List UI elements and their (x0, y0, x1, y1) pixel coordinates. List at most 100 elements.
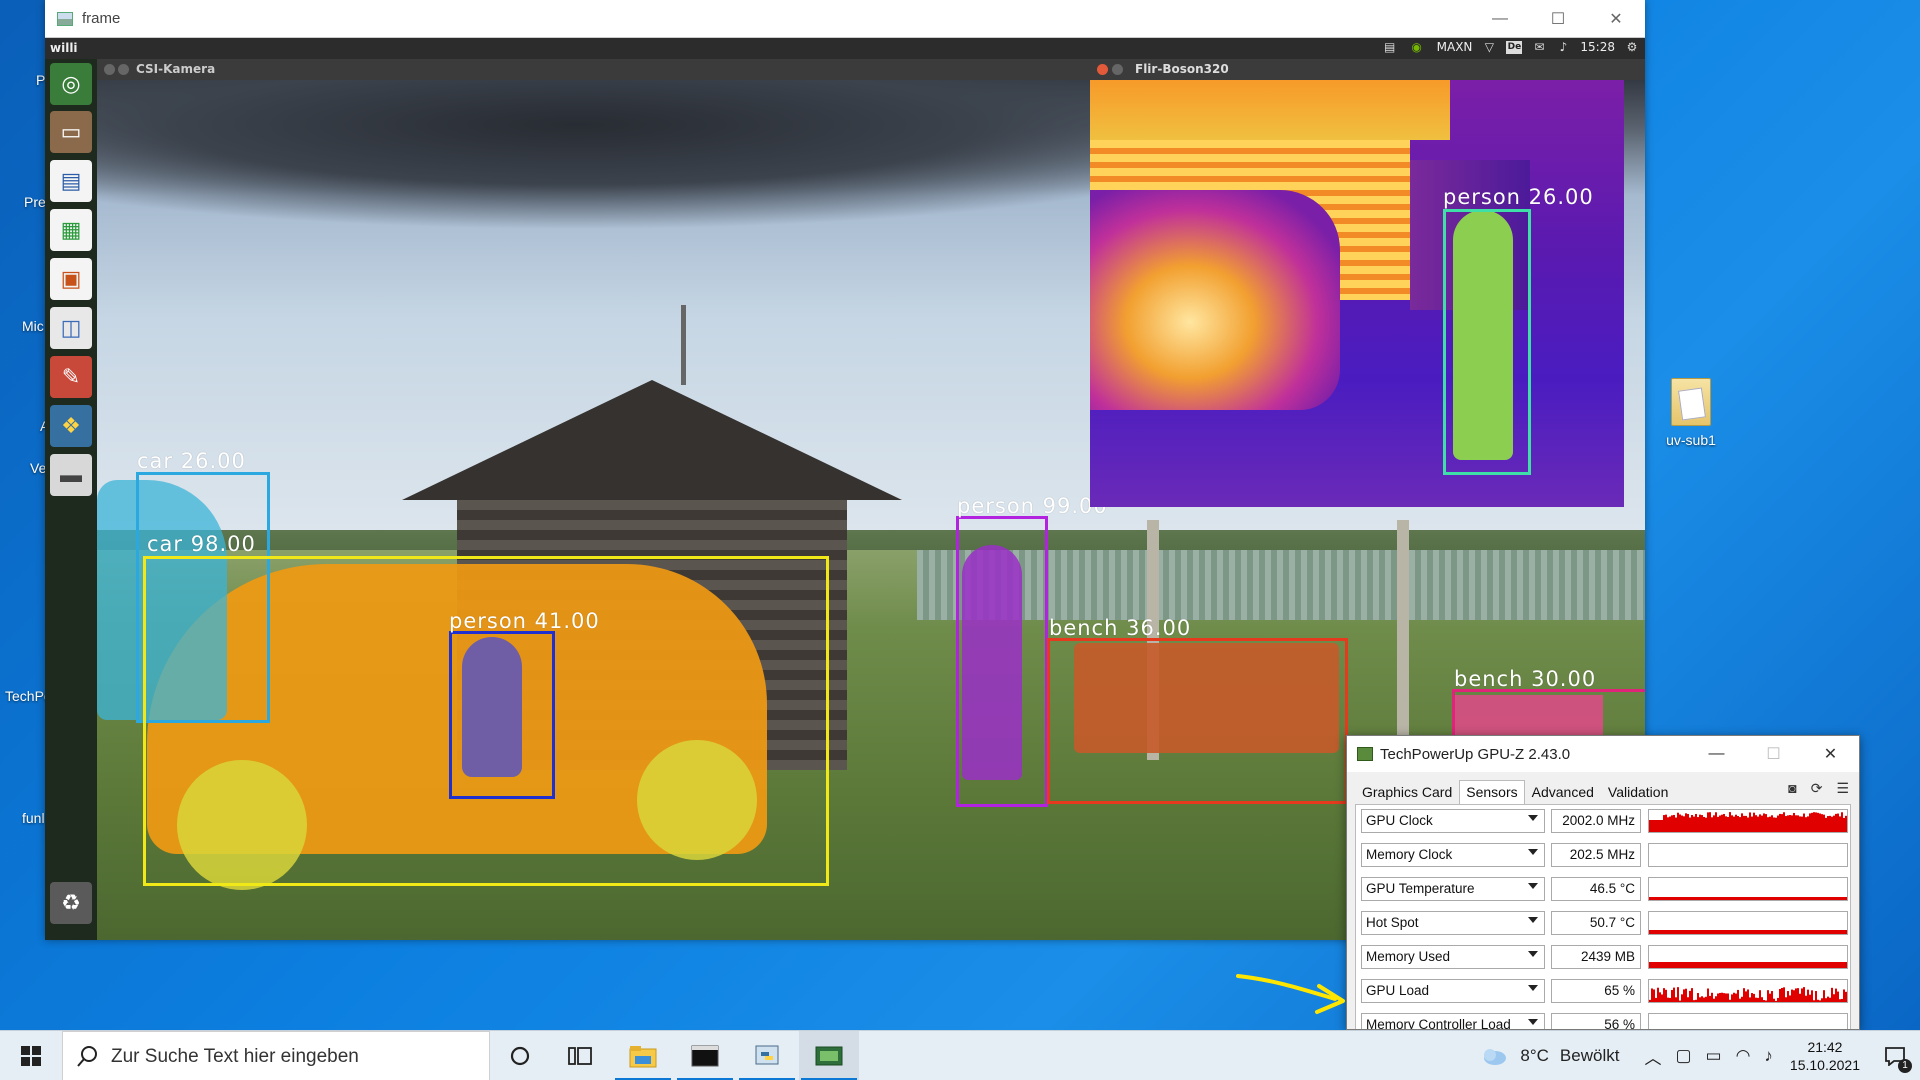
sensor-row: Hot Spot 50.7 °C (1361, 911, 1848, 937)
settings-icon[interactable]: ✎ (50, 356, 92, 398)
detection-label: car 26.00 (137, 449, 246, 473)
sensor-row: GPU Clock 2002.0 MHz (1361, 809, 1848, 835)
python-icon[interactable]: ❖ (50, 405, 92, 447)
drive-icon[interactable]: ▬ (50, 454, 92, 496)
gear-icon[interactable]: ⚙ (1625, 40, 1639, 54)
chevron-up-icon[interactable]: ︿ (1644, 1044, 1661, 1069)
gpuz-app-icon (1357, 747, 1373, 761)
gpuz-toolbar: ◙ ⟳ ☰ (1788, 780, 1849, 797)
system-tray: 8°C Bewölkt ︿ ▢ ▭ ◠ ♪ 21:42 15.10.2021 1 (1481, 1031, 1920, 1080)
file-manager-icon[interactable]: ▭ (50, 111, 92, 153)
wifi-icon[interactable]: ▽ (1482, 40, 1496, 54)
windows-icon (21, 1046, 41, 1066)
tab-graphics-card[interactable]: Graphics Card (1355, 780, 1459, 804)
sensor-graph (1648, 843, 1848, 867)
sensor-name-dropdown[interactable]: GPU Temperature (1361, 877, 1545, 901)
volume-icon[interactable]: ♪ (1556, 40, 1570, 54)
meet-now-icon[interactable]: ▢ (1675, 1046, 1691, 1066)
desktop-icon-label[interactable]: Mic (22, 318, 44, 334)
sensor-name-dropdown[interactable]: Memory Controller Load (1361, 1013, 1545, 1029)
desktop-icon-label[interactable]: funl (22, 810, 45, 826)
chevron-down-icon (1528, 951, 1538, 957)
volume-icon[interactable]: ♪ (1764, 1046, 1773, 1066)
minimize-icon[interactable] (118, 64, 129, 75)
chevron-down-icon (1528, 849, 1538, 855)
gpuz-titlebar[interactable]: TechPowerUp GPU-Z 2.43.0 — ☐ ✕ (1347, 736, 1859, 772)
software-center-icon[interactable]: ◫ (50, 307, 92, 349)
detection-box (1443, 209, 1531, 475)
sensor-panel: GPU Clock 2002.0 MHz Memory Clock 202.5 MHz… (1355, 804, 1851, 1029)
impress-icon[interactable]: ▣ (50, 258, 92, 300)
close-icon[interactable] (104, 64, 115, 75)
tab-advanced[interactable]: Advanced (1525, 780, 1601, 804)
calc-icon[interactable]: ▦ (50, 209, 92, 251)
tab-sensors[interactable]: Sensors (1459, 780, 1525, 804)
writer-icon[interactable]: ▤ (50, 160, 92, 202)
python-app-icon[interactable] (737, 1031, 797, 1080)
sensor-name-dropdown[interactable]: Hot Spot (1361, 911, 1545, 935)
task-view-icon[interactable] (550, 1031, 610, 1080)
desktop-icon-label[interactable]: Pre (24, 194, 46, 210)
desktop-folder-uv-sub1[interactable]: uv-sub1 (1655, 378, 1727, 448)
gpuz-tabs: Graphics Card Sensors Advanced Validatio… (1355, 780, 1675, 804)
weather-temp[interactable]: 8°C (1520, 1046, 1549, 1066)
clock-time: 21:42 (1807, 1039, 1843, 1055)
minimize-button[interactable]: — (1688, 736, 1745, 772)
close-button[interactable]: ✕ (1802, 736, 1859, 772)
sensor-value: 46.5 °C (1551, 877, 1641, 901)
chevron-down-icon (1528, 917, 1538, 923)
sensor-name-dropdown[interactable]: Memory Clock (1361, 843, 1545, 867)
clock-date: 15.10.2021 (1789, 1057, 1860, 1073)
mail-icon[interactable]: ✉ (1532, 40, 1546, 54)
nvidia-icon[interactable]: ◉ (1407, 40, 1427, 54)
close-button[interactable]: ✕ (1587, 0, 1645, 38)
sensor-name-dropdown[interactable]: GPU Clock (1361, 809, 1545, 833)
desktop-icon-label[interactable]: P (36, 72, 45, 88)
menu-icon[interactable]: ☰ (1836, 780, 1849, 797)
detection-label: person 41.00 (449, 609, 600, 633)
maximize-button[interactable]: ☐ (1745, 736, 1802, 772)
file-explorer-icon[interactable] (613, 1031, 673, 1080)
panel-clock[interactable]: 15:28 (1580, 40, 1615, 54)
frame-titlebar[interactable]: frame — ☐ ✕ (45, 0, 1645, 38)
trash-icon[interactable]: ♻ (50, 882, 92, 924)
search-input[interactable]: Zur Suche Text hier eingeben (62, 1031, 490, 1080)
battery-icon[interactable]: ▭ (1706, 1046, 1722, 1066)
start-button[interactable] (0, 1031, 62, 1080)
tab-validation[interactable]: Validation (1601, 780, 1675, 804)
sensor-row: GPU Temperature 46.5 °C (1361, 877, 1848, 903)
detection-box (1047, 638, 1348, 804)
annotation-arrow-icon (1236, 974, 1345, 1014)
terminal-icon[interactable] (675, 1031, 735, 1080)
ubuntu-dash-icon[interactable]: ◎ (50, 63, 92, 105)
sensor-graph (1648, 911, 1848, 935)
sensor-name-dropdown[interactable]: GPU Load (1361, 979, 1545, 1003)
panel-username[interactable]: willi (50, 41, 78, 55)
sensor-graph (1648, 945, 1848, 969)
detection-box (956, 516, 1048, 807)
power-mode-label[interactable]: MAXN (1437, 40, 1473, 54)
cortana-icon[interactable] (490, 1031, 550, 1080)
weather-cloud-icon[interactable] (1481, 1046, 1507, 1066)
flir-titlebar[interactable]: Flir-Boson320 (1090, 59, 1624, 80)
keyboard-layout-indicator[interactable]: De (1506, 40, 1523, 54)
clipboard-icon[interactable]: ▤ (1383, 40, 1397, 54)
sensor-graph (1648, 1013, 1848, 1029)
wifi-icon[interactable]: ◠ (1736, 1046, 1751, 1066)
panel-tray: ▤ ◉ MAXN ▽ De ✉ ♪ 15:28 ⚙ (1383, 40, 1639, 54)
refresh-icon[interactable]: ⟳ (1811, 780, 1823, 797)
close-icon[interactable] (1097, 64, 1108, 75)
notification-center-button[interactable]: 1 (1870, 1031, 1920, 1080)
desktop-icon-label[interactable]: Ve (30, 460, 46, 476)
minimize-button[interactable]: — (1471, 0, 1529, 38)
detection-label: bench 30.00 (1454, 667, 1597, 691)
camera-icon[interactable]: ◙ (1788, 780, 1796, 797)
desktop-folder-label: uv-sub1 (1666, 432, 1716, 448)
taskbar-clock[interactable]: 21:42 15.10.2021 (1790, 1038, 1860, 1074)
minimize-icon[interactable] (1112, 64, 1123, 75)
weather-text[interactable]: Bewölkt (1560, 1046, 1620, 1066)
sensor-row: Memory Controller Load 56 % (1361, 1013, 1848, 1029)
maximize-button[interactable]: ☐ (1529, 0, 1587, 38)
image-viewer-icon[interactable] (799, 1031, 859, 1080)
sensor-name-dropdown[interactable]: Memory Used (1361, 945, 1545, 969)
